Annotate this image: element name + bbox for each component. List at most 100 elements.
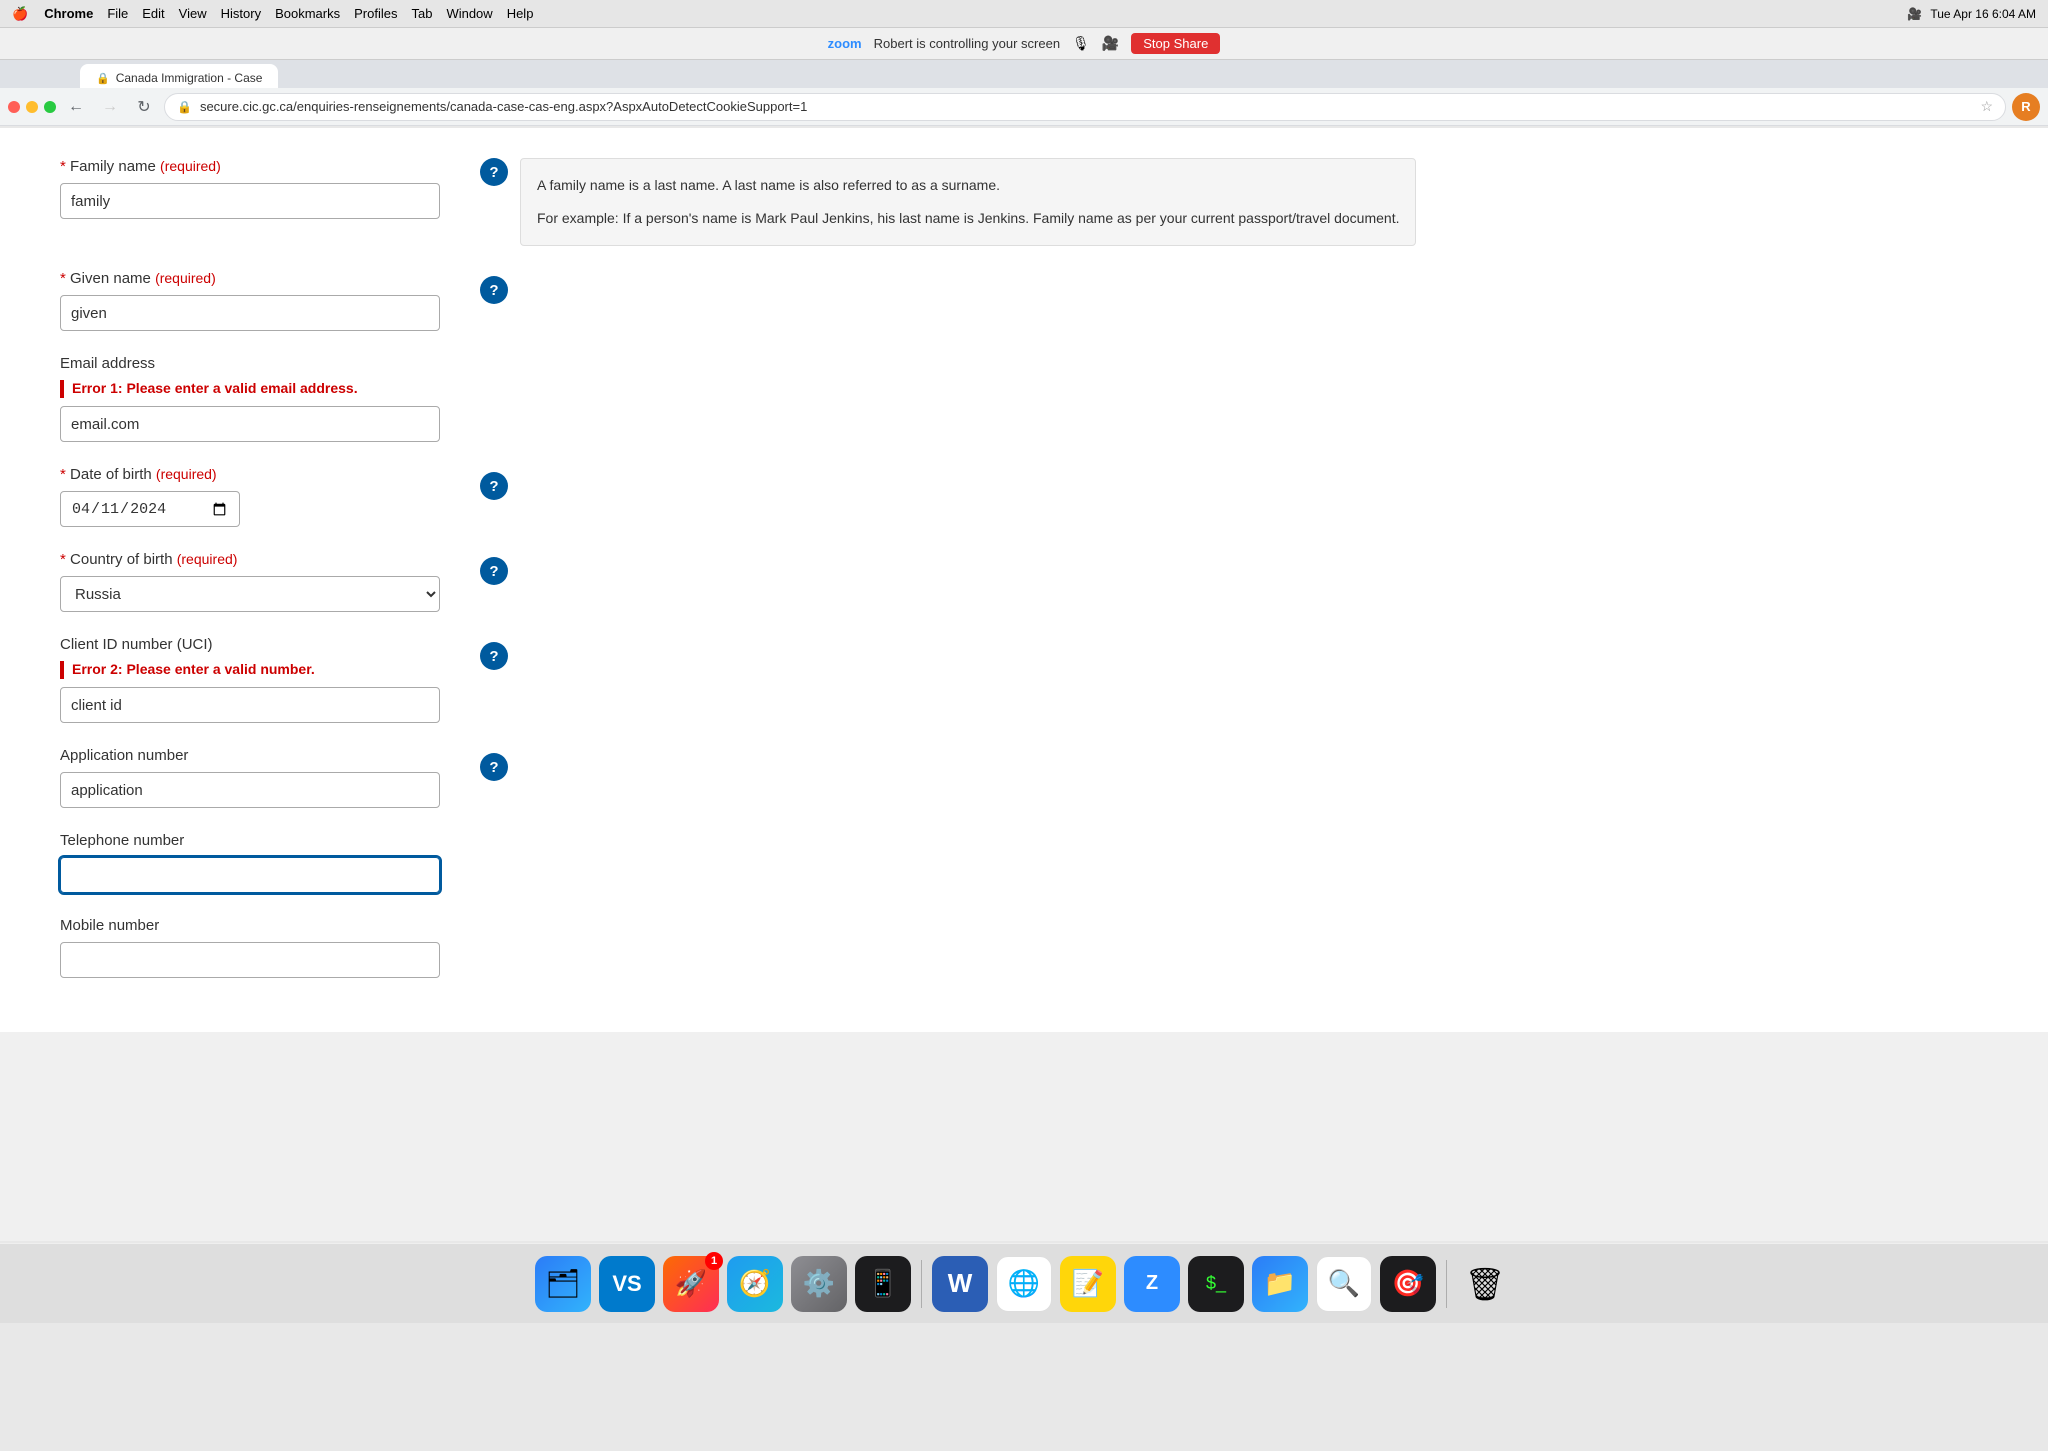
zoom-logo: zoom <box>828 36 862 51</box>
zoom-dock-icon: Z <box>1146 1272 1158 1295</box>
reload-button[interactable]: ↻ <box>130 93 158 121</box>
email-input[interactable] <box>60 406 440 442</box>
zoom-icon: 🎥 <box>1907 7 1922 21</box>
dock-word[interactable]: W <box>932 1256 988 1312</box>
dock-launchpad[interactable]: 🚀 1 <box>663 1256 719 1312</box>
dock-finder2[interactable]: 📁 <box>1252 1256 1308 1312</box>
email-error-block: Error 1: Please enter a valid email addr… <box>60 380 440 398</box>
email-left: Email address Error 1: Please enter a va… <box>60 355 440 442</box>
menu-history[interactable]: History <box>221 6 261 21</box>
family-name-left: * Family name (required) <box>60 158 440 219</box>
dob-required: (required) <box>156 466 217 482</box>
telephone-left: Telephone number <box>60 832 440 893</box>
given-name-label: * Given name (required) <box>60 270 440 287</box>
mobile-label: Mobile number <box>60 917 440 934</box>
application-input[interactable] <box>60 772 440 808</box>
maximize-button[interactable] <box>44 101 56 113</box>
launchpad-icon: 🚀 <box>675 1268 707 1299</box>
dock-search[interactable]: 🔍 <box>1316 1256 1372 1312</box>
lock-icon: 🔒 <box>177 100 192 114</box>
menu-view[interactable]: View <box>179 6 207 21</box>
menu-tab[interactable]: Tab <box>411 6 432 21</box>
menu-items: Chrome File Edit View History Bookmarks … <box>44 6 533 21</box>
country-left: * Country of birth (required) Russia Can… <box>60 551 440 612</box>
menu-chrome[interactable]: Chrome <box>44 6 93 21</box>
family-name-required: (required) <box>160 158 221 174</box>
telephone-input[interactable] <box>60 857 440 893</box>
close-button[interactable] <box>8 101 20 113</box>
application-label-text: Application number <box>60 747 188 764</box>
word-icon: W <box>948 1268 973 1299</box>
country-select[interactable]: Russia Canada United States United Kingd… <box>60 576 440 612</box>
client-id-label: Client ID number (UCI) <box>60 636 440 653</box>
traffic-lights <box>8 101 56 113</box>
dock-chrome[interactable]: 🌐 <box>996 1256 1052 1312</box>
minimize-button[interactable] <box>26 101 38 113</box>
forward-button[interactable]: → <box>96 93 124 121</box>
menu-bookmarks[interactable]: Bookmarks <box>275 6 340 21</box>
mic-icon[interactable]: 🎙 <box>1072 35 1090 52</box>
required-star-given: * <box>60 270 70 287</box>
dob-label-text: Date of birth <box>70 466 152 483</box>
apple-menu[interactable]: 🍎 <box>12 6 28 22</box>
email-error-text: Error 1: Please enter a valid email addr… <box>72 380 358 396</box>
catcher-icon: 🎯 <box>1392 1268 1424 1299</box>
dock-notes[interactable]: 📝 <box>1060 1256 1116 1312</box>
menu-edit[interactable]: Edit <box>142 6 164 21</box>
dock-separator-1 <box>921 1260 922 1308</box>
zoom-control-bar: zoom Robert is controlling your screen 🎙… <box>0 28 2048 60</box>
dock-separator-2 <box>1446 1260 1447 1308</box>
client-id-help-icon[interactable]: ? <box>480 642 508 670</box>
client-id-error-block: Error 2: Please enter a valid number. <box>60 661 440 679</box>
dock-finder[interactable]: 🗂 <box>535 1256 591 1312</box>
vscode-icon: VS <box>612 1271 641 1297</box>
tab-favicon: 🔒 <box>96 72 110 85</box>
telephone-row: Telephone number <box>60 832 1988 893</box>
back-button[interactable]: ← <box>62 93 90 121</box>
family-name-label-text: Family name <box>70 158 156 175</box>
stop-share-button[interactable]: Stop Share <box>1131 33 1220 54</box>
country-help: ? <box>480 551 1988 585</box>
dock-vscode[interactable]: VS <box>599 1256 655 1312</box>
dob-input[interactable] <box>60 491 240 527</box>
family-name-input[interactable] <box>60 183 440 219</box>
application-help-icon[interactable]: ? <box>480 753 508 781</box>
terminal-icon: $_ <box>1206 1273 1226 1294</box>
application-left: Application number <box>60 747 440 808</box>
url-text[interactable]: secure.cic.gc.ca/enquiries-renseignement… <box>200 99 1972 114</box>
family-name-label: * Family name (required) <box>60 158 440 175</box>
dock-zoom[interactable]: Z <box>1124 1256 1180 1312</box>
menubar: 🍎 Chrome File Edit View History Bookmark… <box>0 0 2048 28</box>
menu-file[interactable]: File <box>107 6 128 21</box>
dock-system-prefs[interactable]: ⚙️ <box>791 1256 847 1312</box>
country-help-icon[interactable]: ? <box>480 557 508 585</box>
search-icon: 🔍 <box>1328 1268 1360 1299</box>
dock: 🗂 VS 🚀 1 🧭 ⚙️ 📱 W 🌐 📝 Z $_ 📁 🔍 🎯 🗑 <box>0 1243 2048 1323</box>
country-label: * Country of birth (required) <box>60 551 440 568</box>
dock-safari[interactable]: 🧭 <box>727 1256 783 1312</box>
dob-label: * Date of birth (required) <box>60 466 440 483</box>
dob-help-icon[interactable]: ? <box>480 472 508 500</box>
profile-avatar[interactable]: R <box>2012 93 2040 121</box>
application-row: Application number ? <box>60 747 1988 808</box>
menu-window[interactable]: Window <box>446 6 492 21</box>
mobile-input[interactable] <box>60 942 440 978</box>
video-icon[interactable]: 🎥 <box>1102 35 1119 52</box>
given-name-help-icon[interactable]: ? <box>480 276 508 304</box>
client-id-input[interactable] <box>60 687 440 723</box>
dob-left: * Date of birth (required) <box>60 466 440 527</box>
client-id-row: Client ID number (UCI) Error 2: Please e… <box>60 636 1988 723</box>
menu-help[interactable]: Help <box>507 6 534 21</box>
dock-terminal[interactable]: $_ <box>1188 1256 1244 1312</box>
address-bar[interactable]: 🔒 secure.cic.gc.ca/enquiries-renseigneme… <box>164 93 2006 121</box>
bookmark-icon[interactable]: ☆ <box>1980 98 1993 115</box>
menu-profiles[interactable]: Profiles <box>354 6 397 21</box>
given-name-left: * Given name (required) <box>60 270 440 331</box>
given-name-input[interactable] <box>60 295 440 331</box>
dock-trash[interactable]: 🗑 <box>1457 1256 1513 1312</box>
mobile-label-text: Mobile number <box>60 917 159 934</box>
given-name-help: ? <box>480 270 1988 304</box>
family-name-help-icon[interactable]: ? <box>480 158 508 186</box>
dock-simulator[interactable]: 📱 <box>855 1256 911 1312</box>
dock-catcher[interactable]: 🎯 <box>1380 1256 1436 1312</box>
